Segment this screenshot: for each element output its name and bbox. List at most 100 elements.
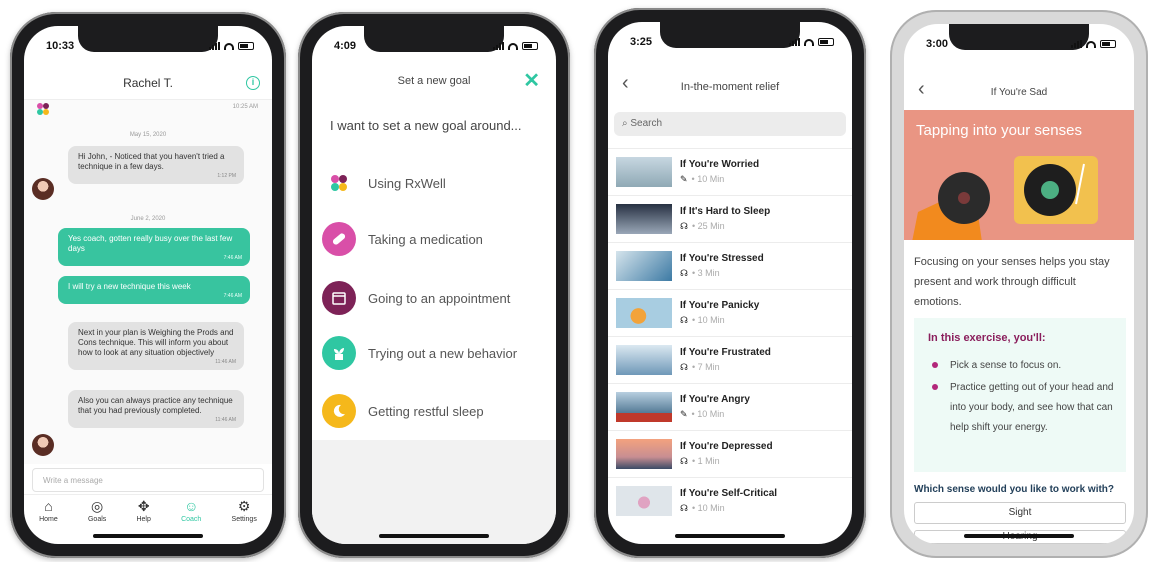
chat-header: Rachel T. i	[24, 66, 272, 100]
battery-icon	[1100, 40, 1116, 48]
close-icon[interactable]: ✕	[523, 68, 540, 93]
date-separator: June 2, 2020	[130, 216, 166, 222]
goal-option-rxwell[interactable]: Using RxWell	[322, 166, 446, 200]
goal-option-behavior[interactable]: Trying out a new behavior	[322, 336, 517, 370]
contact-name: Rachel T.	[123, 76, 173, 90]
battery-icon	[818, 38, 834, 46]
target-icon: ◎	[91, 498, 104, 514]
goal-option-medication[interactable]: Taking a medication	[322, 222, 483, 256]
search-input[interactable]: ⌕ Search	[614, 112, 846, 136]
thumbnail	[616, 486, 672, 516]
screen: 4:09 Set a new goal ✕ I want to set a ne…	[312, 26, 556, 544]
wifi-icon	[224, 42, 234, 50]
rxwell-logo-icon	[322, 166, 356, 200]
signal-icon	[209, 42, 220, 50]
message-bubble: I will try a new technique this week 7:46…	[58, 276, 250, 304]
clock: 10:33	[46, 40, 75, 52]
note-icon: ✎	[680, 174, 688, 184]
goal-option-sleep[interactable]: Getting restful sleep	[322, 394, 484, 428]
wifi-icon	[508, 42, 518, 50]
tab-bar: ⌂ Home ◎ Goals ✥ Help ☺ Coach ⚙ Settings	[24, 494, 272, 530]
option-sight-button[interactable]: Sight	[914, 502, 1126, 524]
thumbnail	[616, 204, 672, 234]
list-item[interactable]: If You're Depressed ☊ • 1 Min	[608, 430, 852, 477]
thumbnail	[616, 298, 672, 328]
home-indicator[interactable]	[675, 534, 785, 538]
message-time: 10:25 AM	[232, 104, 258, 110]
note-icon: ✎	[680, 409, 688, 419]
help-icon: ✥	[137, 498, 150, 514]
screen: 3:00 ‹ If You're Sad Tapping into your s…	[904, 24, 1134, 544]
tab-home[interactable]: ⌂ Home	[39, 495, 58, 530]
thumbnail	[616, 157, 672, 187]
tab-help[interactable]: ✥ Help	[136, 495, 150, 530]
headphones-icon: ☊	[680, 456, 688, 466]
goal-option-appointment[interactable]: Going to an appointment	[322, 281, 510, 315]
date-separator: May 15, 2020	[129, 132, 167, 138]
clock: 3:00	[926, 38, 949, 50]
phone-relief-list: 3:25 ‹ In-the-moment relief ⌕ Search If …	[594, 8, 866, 558]
coach-avatar	[32, 434, 54, 456]
home-indicator[interactable]	[964, 534, 1074, 538]
wifi-icon	[1086, 40, 1096, 48]
goal-prompt: I want to set a new goal around...	[330, 118, 522, 133]
exercise-heading: In this exercise, you'll:	[928, 332, 1046, 344]
list-item[interactable]: If You're Worried ✎ • 10 Min	[608, 148, 852, 195]
thumbnail	[616, 392, 672, 422]
status-bar: 4:09	[334, 38, 538, 54]
tab-goals[interactable]: ◎ Goals	[88, 495, 106, 530]
moon-icon	[322, 394, 356, 428]
hero-title: Tapping into your senses	[916, 122, 1082, 139]
empty-area	[312, 440, 556, 544]
list-item[interactable]: If You're Frustrated ☊ • 7 Min	[608, 336, 852, 383]
exercise-description: Focusing on your senses helps you stay p…	[914, 256, 1110, 308]
record-player-illustration	[912, 156, 1098, 240]
headphones-icon: ☊	[680, 362, 688, 372]
wifi-icon	[804, 38, 814, 46]
thumbnail	[616, 251, 672, 281]
home-icon: ⌂	[44, 498, 53, 514]
home-indicator[interactable]	[379, 534, 489, 538]
calendar-icon	[322, 281, 356, 315]
gear-icon: ⚙	[237, 498, 251, 514]
battery-icon	[522, 42, 538, 50]
list-item[interactable]: If It's Hard to Sleep ☊ • 25 Min	[608, 195, 852, 242]
message-bubble: Next in your plan is Weighing the Prods …	[68, 322, 244, 370]
plant-icon	[322, 336, 356, 370]
search-icon: ⌕	[622, 118, 628, 129]
coach-avatar	[32, 178, 54, 200]
list-item[interactable]: If You're Stressed ☊ • 3 Min	[608, 242, 852, 289]
signal-icon	[789, 38, 800, 46]
headphones-icon: ☊	[680, 315, 688, 325]
thumbnail	[616, 345, 672, 375]
headphones-icon: ☊	[680, 503, 688, 513]
clock: 4:09	[334, 40, 357, 52]
headphones-icon: ☊	[680, 221, 688, 231]
list-item[interactable]: If You're Self-Critical ☊ • 10 Min	[608, 477, 852, 524]
signal-icon	[1071, 40, 1082, 48]
list-item[interactable]: If You're Angry ✎ • 10 Min	[608, 383, 852, 430]
pill-icon	[322, 222, 356, 256]
message-input[interactable]: Write a message	[32, 468, 264, 492]
phone-coach-chat: 10:33 Rachel T. i 10:25 AM May 15, 2020 …	[10, 12, 286, 558]
headphones-icon: ☊	[680, 268, 688, 278]
tab-settings[interactable]: ⚙ Settings	[232, 495, 257, 530]
screen: 3:25 ‹ In-the-moment relief ⌕ Search If …	[608, 22, 852, 544]
status-bar: 3:00	[926, 36, 1116, 52]
status-bar: 3:25	[630, 34, 834, 50]
signal-icon	[493, 42, 504, 50]
phone-exercise-detail: 3:00 ‹ If You're Sad Tapping into your s…	[890, 10, 1148, 558]
info-icon[interactable]: i	[246, 76, 260, 90]
list-item: Practice getting out of your head and in…	[932, 378, 1116, 438]
home-indicator[interactable]	[93, 534, 203, 538]
page-title: Set a new goal	[397, 75, 471, 87]
list-item[interactable]: If You're Panicky ☊ • 10 Min	[608, 289, 852, 336]
message-bubble: Also you can always practice any techniq…	[68, 390, 244, 428]
chat-thread[interactable]: 10:25 AM May 15, 2020 Hi John, - Noticed…	[24, 100, 272, 464]
screen: 10:33 Rachel T. i 10:25 AM May 15, 2020 …	[24, 26, 272, 544]
battery-icon	[238, 42, 254, 50]
coach-icon: ☺	[184, 498, 199, 514]
sense-question: Which sense would you like to work with?	[914, 484, 1115, 495]
tab-coach[interactable]: ☺ Coach	[181, 495, 201, 530]
list-item: Pick a sense to focus on.	[932, 356, 1116, 376]
